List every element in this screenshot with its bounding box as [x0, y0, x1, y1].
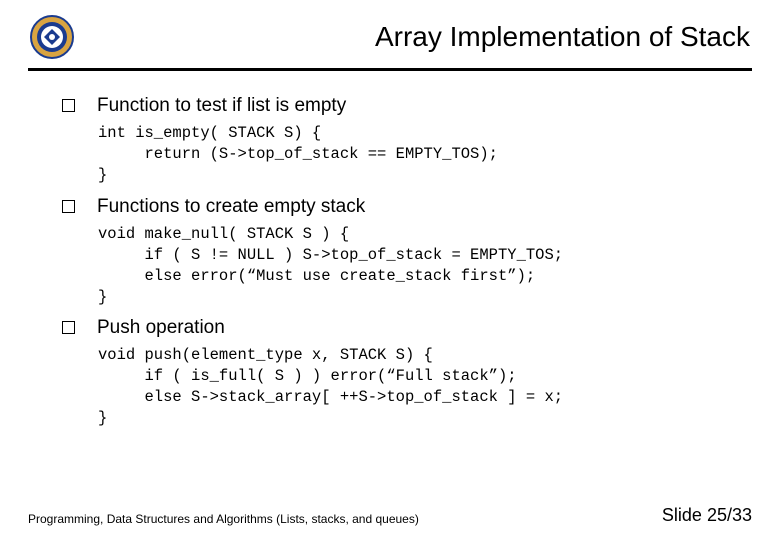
bullet-item: Functions to create empty stack	[62, 196, 730, 218]
code-block: void push(element_type x, STACK S) { if …	[98, 345, 730, 429]
checkbox-icon	[62, 321, 75, 334]
bullet-text: Push operation	[97, 317, 225, 339]
slide-header: Array Implementation of Stack	[0, 0, 780, 64]
code-block: int is_empty( STACK S) { return (S->top_…	[98, 123, 730, 186]
bullet-item: Function to test if list is empty	[62, 95, 730, 117]
bullet-item: Push operation	[62, 317, 730, 339]
checkbox-icon	[62, 200, 75, 213]
logo-icon	[30, 15, 74, 59]
page-title: Array Implementation of Stack	[74, 21, 760, 53]
bullet-text: Function to test if list is empty	[97, 95, 346, 117]
footer-left-text: Programming, Data Structures and Algorit…	[28, 512, 419, 526]
checkbox-icon	[62, 99, 75, 112]
code-block: void make_null( STACK S ) { if ( S != NU…	[98, 224, 730, 308]
slide-footer: Programming, Data Structures and Algorit…	[28, 505, 752, 526]
slide-content: Function to test if list is empty int is…	[0, 71, 780, 429]
slide-number: Slide 25/33	[662, 505, 752, 526]
bullet-text: Functions to create empty stack	[97, 196, 365, 218]
